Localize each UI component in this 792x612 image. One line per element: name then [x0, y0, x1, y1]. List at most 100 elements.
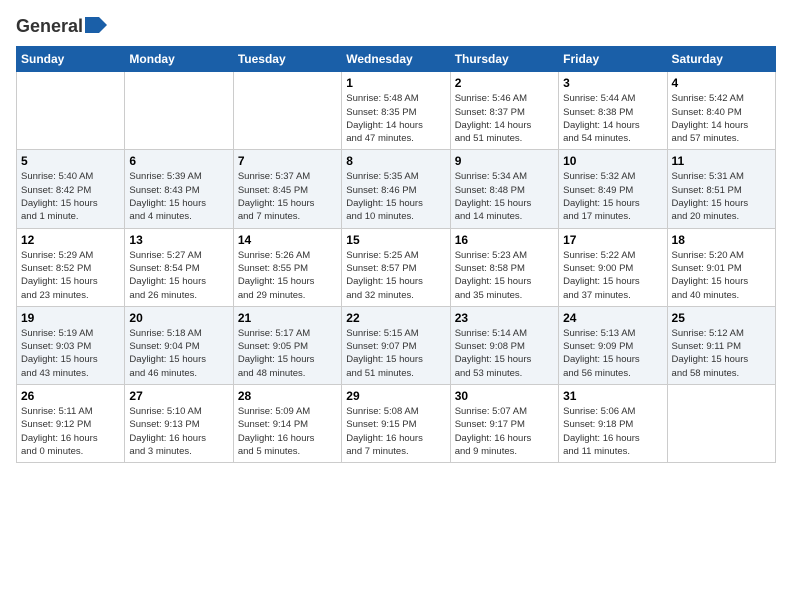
calendar-cell: 12 Sunrise: 5:29 AM Sunset: 8:52 PM Dayli…: [17, 228, 125, 306]
calendar-cell: 27Sunrise: 5:10 AM Sunset: 9:13 PM Dayli…: [125, 385, 233, 463]
calendar-cell: [17, 72, 125, 150]
day-number: 30: [455, 389, 554, 403]
day-number: 13: [129, 233, 228, 247]
day-number: 22: [346, 311, 445, 325]
calendar-cell: 1 Sunrise: 5:48 AM Sunset: 8:35 PM Daylig…: [342, 72, 450, 150]
day-number: 1: [346, 76, 445, 90]
day-info: Sunrise: 5:44 AM Sunset: 8:38 PM Dayligh…: [563, 92, 662, 145]
calendar-cell: [667, 385, 775, 463]
calendar-week-row: 12 Sunrise: 5:29 AM Sunset: 8:52 PM Dayli…: [17, 228, 776, 306]
day-info: Sunrise: 5:22 AM Sunset: 9:00 PM Dayligh…: [563, 249, 662, 302]
day-info: Sunrise: 5:06 AM Sunset: 9:18 PM Dayligh…: [563, 405, 662, 458]
day-info: Sunrise: 5:31 AM Sunset: 8:51 PM Dayligh…: [672, 170, 771, 223]
day-info: Sunrise: 5:18 AM Sunset: 9:04 PM Dayligh…: [129, 327, 228, 380]
day-info: Sunrise: 5:35 AM Sunset: 8:46 PM Dayligh…: [346, 170, 445, 223]
day-number: 10: [563, 154, 662, 168]
calendar-table: SundayMondayTuesdayWednesdayThursdayFrid…: [16, 46, 776, 463]
calendar-cell: [125, 72, 233, 150]
calendar-cell: 2 Sunrise: 5:46 AM Sunset: 8:37 PM Daylig…: [450, 72, 558, 150]
calendar-cell: [233, 72, 341, 150]
day-info: Sunrise: 5:34 AM Sunset: 8:48 PM Dayligh…: [455, 170, 554, 223]
calendar-cell: 8 Sunrise: 5:35 AM Sunset: 8:46 PM Daylig…: [342, 150, 450, 228]
day-info: Sunrise: 5:15 AM Sunset: 9:07 PM Dayligh…: [346, 327, 445, 380]
calendar-cell: 15Sunrise: 5:25 AM Sunset: 8:57 PM Dayli…: [342, 228, 450, 306]
day-of-week-header: Friday: [559, 47, 667, 72]
day-number: 21: [238, 311, 337, 325]
calendar-cell: 9 Sunrise: 5:34 AM Sunset: 8:48 PM Daylig…: [450, 150, 558, 228]
day-info: Sunrise: 5:26 AM Sunset: 8:55 PM Dayligh…: [238, 249, 337, 302]
calendar-cell: 6Sunrise: 5:39 AM Sunset: 8:43 PM Daylig…: [125, 150, 233, 228]
calendar-cell: 20 Sunrise: 5:18 AM Sunset: 9:04 PM Dayli…: [125, 306, 233, 384]
calendar-cell: 26Sunrise: 5:11 AM Sunset: 9:12 PM Dayli…: [17, 385, 125, 463]
day-number: 11: [672, 154, 771, 168]
day-number: 3: [563, 76, 662, 90]
day-info: Sunrise: 5:25 AM Sunset: 8:57 PM Dayligh…: [346, 249, 445, 302]
day-number: 29: [346, 389, 445, 403]
calendar-cell: 23 Sunrise: 5:14 AM Sunset: 9:08 PM Dayli…: [450, 306, 558, 384]
day-number: 25: [672, 311, 771, 325]
day-info: Sunrise: 5:11 AM Sunset: 9:12 PM Dayligh…: [21, 405, 120, 458]
day-info: Sunrise: 5:12 AM Sunset: 9:11 PM Dayligh…: [672, 327, 771, 380]
day-info: Sunrise: 5:20 AM Sunset: 9:01 PM Dayligh…: [672, 249, 771, 302]
day-number: 9: [455, 154, 554, 168]
day-number: 24: [563, 311, 662, 325]
day-of-week-header: Thursday: [450, 47, 558, 72]
calendar-week-row: 26Sunrise: 5:11 AM Sunset: 9:12 PM Dayli…: [17, 385, 776, 463]
day-info: Sunrise: 5:42 AM Sunset: 8:40 PM Dayligh…: [672, 92, 771, 145]
calendar-week-row: 19 Sunrise: 5:19 AM Sunset: 9:03 PM Dayli…: [17, 306, 776, 384]
calendar-cell: 25 Sunrise: 5:12 AM Sunset: 9:11 PM Dayli…: [667, 306, 775, 384]
day-info: Sunrise: 5:14 AM Sunset: 9:08 PM Dayligh…: [455, 327, 554, 380]
calendar-cell: 3 Sunrise: 5:44 AM Sunset: 8:38 PM Daylig…: [559, 72, 667, 150]
logo: General: [16, 16, 107, 38]
calendar-cell: 30 Sunrise: 5:07 AM Sunset: 9:17 PM Dayli…: [450, 385, 558, 463]
day-number: 28: [238, 389, 337, 403]
calendar-cell: 28 Sunrise: 5:09 AM Sunset: 9:14 PM Dayli…: [233, 385, 341, 463]
calendar-cell: 4 Sunrise: 5:42 AM Sunset: 8:40 PM Daylig…: [667, 72, 775, 150]
day-of-week-header: Saturday: [667, 47, 775, 72]
calendar-cell: 16 Sunrise: 5:23 AM Sunset: 8:58 PM Dayli…: [450, 228, 558, 306]
day-number: 19: [21, 311, 120, 325]
calendar-week-row: 1 Sunrise: 5:48 AM Sunset: 8:35 PM Daylig…: [17, 72, 776, 150]
logo-text: General: [16, 16, 107, 38]
day-info: Sunrise: 5:29 AM Sunset: 8:52 PM Dayligh…: [21, 249, 120, 302]
calendar-cell: 10 Sunrise: 5:32 AM Sunset: 8:49 PM Dayli…: [559, 150, 667, 228]
day-number: 12: [21, 233, 120, 247]
day-number: 16: [455, 233, 554, 247]
day-info: Sunrise: 5:48 AM Sunset: 8:35 PM Dayligh…: [346, 92, 445, 145]
day-number: 5: [21, 154, 120, 168]
day-info: Sunrise: 5:39 AM Sunset: 8:43 PM Dayligh…: [129, 170, 228, 223]
day-info: Sunrise: 5:40 AM Sunset: 8:42 PM Dayligh…: [21, 170, 120, 223]
day-info: Sunrise: 5:37 AM Sunset: 8:45 PM Dayligh…: [238, 170, 337, 223]
calendar-cell: 22 Sunrise: 5:15 AM Sunset: 9:07 PM Dayli…: [342, 306, 450, 384]
day-info: Sunrise: 5:27 AM Sunset: 8:54 PM Dayligh…: [129, 249, 228, 302]
calendar-cell: 5 Sunrise: 5:40 AM Sunset: 8:42 PM Daylig…: [17, 150, 125, 228]
calendar-week-row: 5 Sunrise: 5:40 AM Sunset: 8:42 PM Daylig…: [17, 150, 776, 228]
calendar-cell: 24 Sunrise: 5:13 AM Sunset: 9:09 PM Dayli…: [559, 306, 667, 384]
page-header: General: [16, 16, 776, 38]
day-number: 7: [238, 154, 337, 168]
day-info: Sunrise: 5:09 AM Sunset: 9:14 PM Dayligh…: [238, 405, 337, 458]
logo-general: General: [16, 16, 83, 36]
day-info: Sunrise: 5:23 AM Sunset: 8:58 PM Dayligh…: [455, 249, 554, 302]
day-number: 4: [672, 76, 771, 90]
day-info: Sunrise: 5:32 AM Sunset: 8:49 PM Dayligh…: [563, 170, 662, 223]
calendar-cell: 13 Sunrise: 5:27 AM Sunset: 8:54 PM Dayli…: [125, 228, 233, 306]
day-number: 20: [129, 311, 228, 325]
day-info: Sunrise: 5:19 AM Sunset: 9:03 PM Dayligh…: [21, 327, 120, 380]
day-number: 2: [455, 76, 554, 90]
day-info: Sunrise: 5:07 AM Sunset: 9:17 PM Dayligh…: [455, 405, 554, 458]
day-number: 23: [455, 311, 554, 325]
calendar-cell: 19 Sunrise: 5:19 AM Sunset: 9:03 PM Dayli…: [17, 306, 125, 384]
day-number: 14: [238, 233, 337, 247]
day-of-week-header: Tuesday: [233, 47, 341, 72]
day-info: Sunrise: 5:10 AM Sunset: 9:13 PM Dayligh…: [129, 405, 228, 458]
day-number: 31: [563, 389, 662, 403]
calendar-cell: 31 Sunrise: 5:06 AM Sunset: 9:18 PM Dayli…: [559, 385, 667, 463]
day-info: Sunrise: 5:13 AM Sunset: 9:09 PM Dayligh…: [563, 327, 662, 380]
day-of-week-header: Monday: [125, 47, 233, 72]
logo-icon: [85, 17, 107, 38]
day-number: 8: [346, 154, 445, 168]
calendar-header-row: SundayMondayTuesdayWednesdayThursdayFrid…: [17, 47, 776, 72]
day-info: Sunrise: 5:46 AM Sunset: 8:37 PM Dayligh…: [455, 92, 554, 145]
day-number: 18: [672, 233, 771, 247]
